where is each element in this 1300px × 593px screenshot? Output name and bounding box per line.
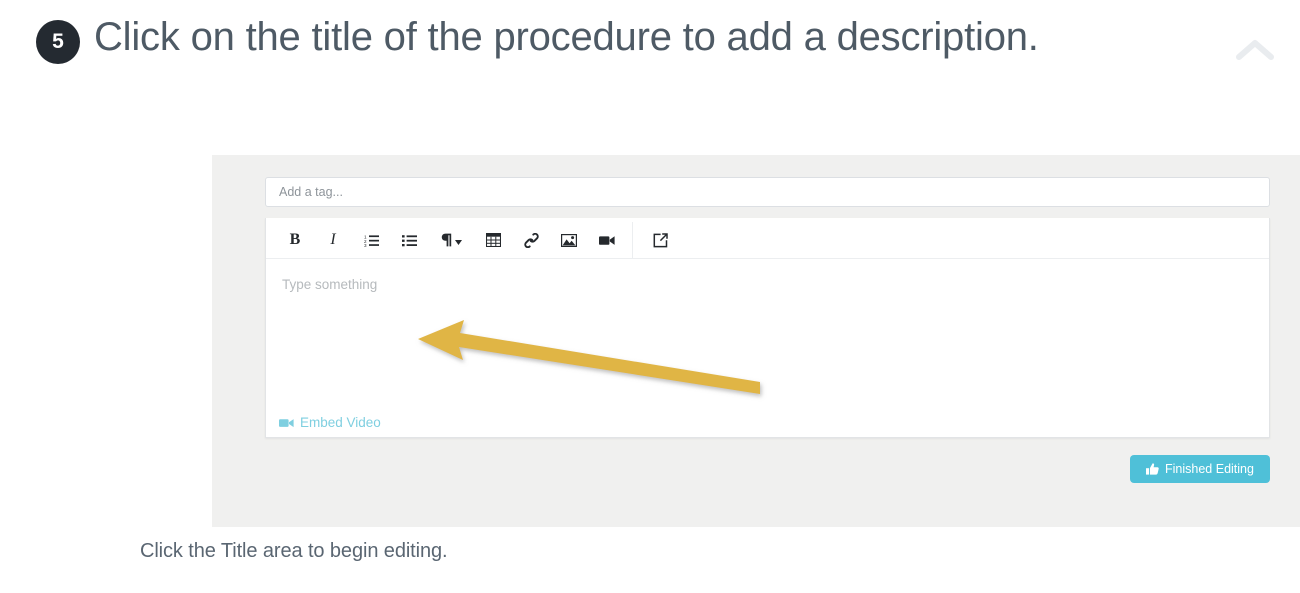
bold-button[interactable]: B bbox=[276, 222, 314, 258]
unordered-list-button[interactable] bbox=[390, 222, 428, 258]
table-button[interactable] bbox=[474, 222, 512, 258]
chevron-down-icon bbox=[454, 239, 462, 245]
toolbar-separator bbox=[632, 221, 633, 259]
tag-input-placeholder: Add a tag... bbox=[279, 185, 343, 199]
video-camera-icon bbox=[599, 235, 615, 246]
paragraph-format-button[interactable] bbox=[428, 222, 474, 258]
step-number-badge: 5 bbox=[36, 20, 80, 64]
step-header: 5 Click on the title of the procedure to… bbox=[0, 0, 1300, 150]
embed-video-label: Embed Video bbox=[300, 415, 381, 430]
finished-editing-label: Finished Editing bbox=[1165, 462, 1254, 476]
video-button[interactable] bbox=[588, 222, 626, 258]
chevron-up-icon bbox=[1236, 39, 1274, 61]
tag-input[interactable]: Add a tag... bbox=[265, 177, 1270, 207]
svg-text:3: 3 bbox=[364, 243, 367, 247]
link-button[interactable] bbox=[512, 222, 550, 258]
ordered-list-button[interactable]: 1 2 3 bbox=[352, 222, 390, 258]
embed-video-link[interactable]: Embed Video bbox=[279, 415, 381, 430]
bold-icon: B bbox=[289, 231, 301, 248]
ordered-list-icon: 1 2 3 bbox=[364, 234, 379, 247]
step-caption: Click the Title area to begin editing. bbox=[140, 540, 448, 562]
unordered-list-icon bbox=[401, 234, 417, 247]
image-button[interactable] bbox=[550, 222, 588, 258]
editor-placeholder: Type something bbox=[282, 277, 378, 292]
italic-button[interactable]: I bbox=[314, 222, 352, 258]
external-link-icon bbox=[653, 232, 668, 248]
collapse-step-button[interactable] bbox=[1228, 30, 1282, 70]
video-camera-icon bbox=[279, 418, 294, 428]
image-icon bbox=[561, 233, 577, 247]
finished-editing-button[interactable]: Finished Editing bbox=[1130, 455, 1270, 483]
italic-icon: I bbox=[330, 231, 336, 248]
pilcrow-icon bbox=[441, 233, 452, 247]
fullscreen-button[interactable] bbox=[641, 222, 679, 258]
rich-text-editor: B I 1 2 3 Type something bbox=[265, 218, 1270, 438]
editor-toolbar: B I 1 2 3 bbox=[266, 221, 1269, 259]
screenshot-panel: Add a tag... B I 1 2 3 Type something Em… bbox=[212, 155, 1300, 527]
link-icon bbox=[523, 232, 539, 248]
thumbs-up-icon bbox=[1146, 463, 1159, 475]
step-title: Click on the title of the procedure to a… bbox=[94, 15, 1039, 59]
table-icon bbox=[485, 233, 501, 247]
editor-content-area[interactable]: Type something bbox=[266, 259, 1269, 437]
